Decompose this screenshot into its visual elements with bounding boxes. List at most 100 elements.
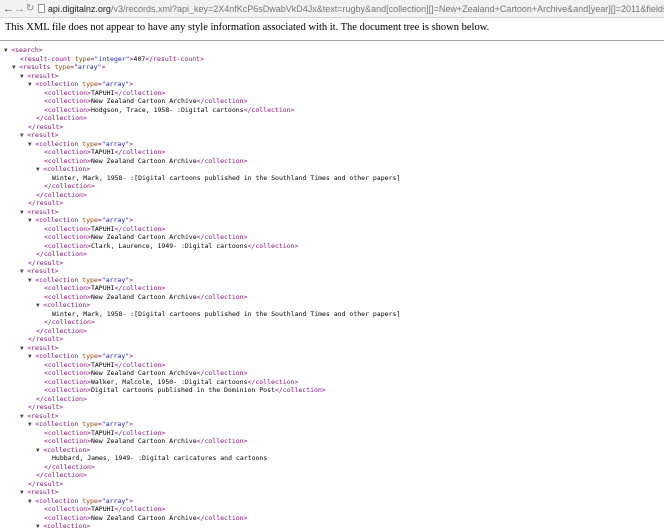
xml-line: </result> [0,123,664,132]
xml-line: ▼ <collection> [0,165,664,174]
text-node: TAPUHI [90,148,115,156]
close-tag: </collection> [196,437,248,445]
close-tag: </result-count> [145,54,204,63]
xml-line: ▼ <collection type="array"> [0,352,664,361]
xml-line: ▼ <result> [0,488,664,497]
xml-line: ▼ <collection type="array"> [0,276,664,285]
attr-value: "array" [101,420,130,428]
open-tag: <collection [44,156,88,165]
xml-line: </collection> [0,463,664,472]
open-tag: <collection [44,369,88,377]
text-node: TAPUHI [90,88,115,97]
tag-close-bracket: > [54,343,59,352]
xml-tree: ▼ <search> <result-count type="integer">4… [0,41,664,531]
reload-icon[interactable]: ↻ [25,3,35,14]
close-tag: </collection> [114,428,166,437]
attr-value: "array" [101,275,130,284]
close-tag: </collection> [36,326,87,335]
tag-close-bracket: > [38,46,43,54]
xml-line: Winter, Mark, 1958- :[Digital cartoons p… [0,310,664,319]
text-node: Hodgson, Trace, 1958- :Digital cartoons [90,105,244,114]
open-tag: <collection [44,88,88,97]
attr-name: type [78,496,98,505]
attr-value: "array" [101,80,130,88]
xml-line: <collection>Digital cartoons published i… [0,386,664,395]
text-node: New Zealand Cartoon Archive [90,292,197,301]
attr-value: "array" [101,216,130,224]
text-node: Winter, Mark, 1958- :[Digital cartoons p… [52,309,401,318]
close-tag: </collection> [196,156,248,165]
open-tag: <collection [44,377,88,386]
tag-close-bracket: > [129,216,134,224]
forward-arrow-icon[interactable]: → [14,3,25,15]
xml-line: ▼ <collection> [0,522,664,531]
open-tag: <result-count [20,54,71,63]
xml-line: </collection> [0,327,664,336]
attr-value: "array" [101,496,130,505]
tag-close-bracket: > [129,139,134,148]
tag-close-bracket: > [129,352,134,360]
close-tag: </collection> [274,386,326,394]
open-tag: <collection [35,352,79,360]
open-tag: <collection [44,224,88,233]
xml-line: ▼ <collection type="array"> [0,216,664,225]
text-node: New Zealand Cartoon Archive [90,369,197,377]
xml-line: </collection> [0,395,664,404]
xml-line: <collection>TAPUHI</collection> [0,429,664,438]
close-tag: </collection> [44,462,95,471]
open-tag: <collection [44,148,88,156]
open-tag: <collection [35,139,79,148]
address-bar[interactable]: api.digitalnz.org/v3/records.xml?api_key… [48,4,664,14]
xml-style-notice: This XML file does not appear to have an… [5,22,490,33]
open-tag: <collection [44,241,88,250]
open-tag: <results [19,63,51,71]
open-tag: <result [27,267,55,275]
tag-close-bracket: > [54,267,59,275]
xml-line: ▼ <result> [0,131,664,140]
xml-line: </collection> [0,182,664,191]
text-node: New Zealand Cartoon Archive [90,156,197,165]
close-tag: </result> [28,335,64,343]
open-tag: <result [27,207,55,216]
open-tag: <result [27,411,55,420]
text-node: TAPUHI [90,505,115,513]
close-tag: </collection> [196,513,248,522]
tag-close-bracket: > [86,165,91,173]
xml-line: ▼ <collection type="array"> [0,80,664,89]
open-tag: <collection [43,301,87,309]
xml-line: </collection> [0,318,664,327]
text-node: TAPUHI [90,224,115,233]
xml-line: </result> [0,199,664,208]
close-tag: </result> [28,122,64,131]
xml-line: </result> [0,480,664,489]
open-tag: <collection [44,97,88,105]
xml-line: </result> [0,335,664,344]
open-tag: <collection [44,428,88,437]
attr-name: type [78,352,98,360]
url-host: api.digitalnz.org [47,3,111,14]
open-tag: <result [27,343,55,352]
close-tag: </result> [28,479,64,488]
back-arrow-icon[interactable]: ← [3,3,14,15]
text-node: New Zealand Cartoon Archive [90,233,197,241]
open-tag: <collection [44,437,88,445]
xml-line: <collection>New Zealand Cartoon Archive<… [0,157,664,166]
xml-line: <collection>Clark, Laurence, 1949- :Digi… [0,242,664,251]
tag-close-bracket: > [86,301,91,309]
close-tag: </collection> [196,369,248,377]
open-tag: <collection [35,496,79,505]
xml-line: <collection>TAPUHI</collection> [0,505,664,514]
xml-line: ▼ <result> [0,208,664,217]
attr-name: type [78,216,98,224]
text-node: New Zealand Cartoon Archive [90,97,197,105]
page-document-icon [38,4,45,13]
attr-value: "array" [101,139,130,148]
attr-value: "array" [74,63,102,71]
tag-close-bracket: > [129,275,134,284]
xml-line: </collection> [0,250,664,259]
close-tag: </collection> [114,148,166,156]
xml-line: <collection>New Zealand Cartoon Archive<… [0,437,664,446]
close-tag: </collection> [114,505,166,513]
open-tag: <collection [44,105,88,114]
close-tag: </collection> [114,360,166,369]
